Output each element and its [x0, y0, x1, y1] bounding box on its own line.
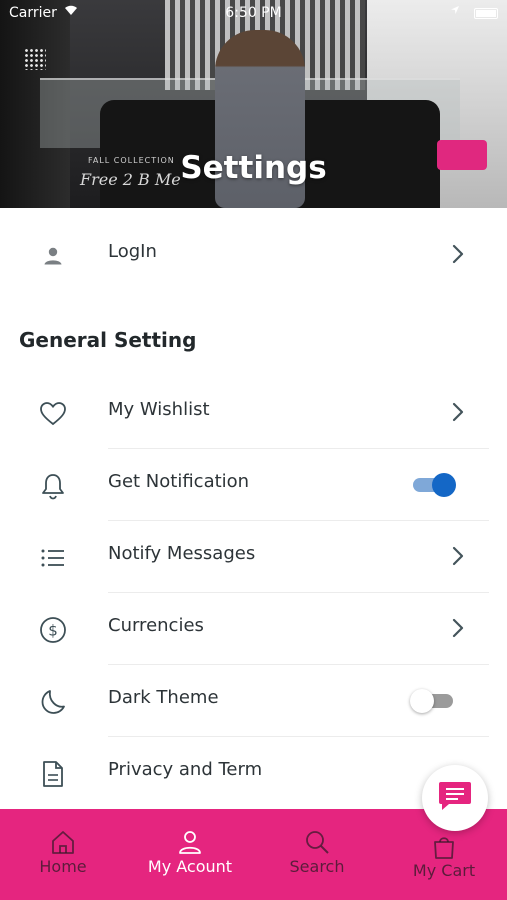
nav-label-home: Home [39, 857, 87, 876]
section-title-general: General Setting [19, 328, 197, 352]
nav-item-search[interactable]: Search [254, 809, 380, 900]
user-icon [127, 829, 253, 855]
bottom-nav: Home My Acount Search My Cart [0, 809, 507, 900]
toggle-knob [410, 689, 434, 713]
status-time: 6:50 PM [225, 5, 282, 21]
document-icon [38, 759, 68, 789]
nav-label-search: Search [289, 857, 345, 876]
messages-label: Notify Messages [108, 543, 256, 564]
location-icon [450, 5, 460, 18]
login-row[interactable]: LogIn [0, 219, 507, 291]
header-banner: FALL COLLECTION Free 2 B Me Settings [0, 0, 507, 208]
nav-item-home[interactable]: Home [0, 809, 126, 900]
chevron-right-icon [446, 543, 470, 569]
chevron-right-icon [446, 399, 470, 425]
dark-theme-toggle[interactable] [410, 689, 456, 713]
list-icon [38, 543, 68, 573]
notification-toggle[interactable] [410, 473, 456, 497]
nav-label-account: My Acount [147, 857, 233, 876]
privacy-label: Privacy and Term [108, 759, 263, 780]
status-bar: Carrier 6:50 PM [0, 0, 507, 28]
settings-item-messages[interactable]: Notify Messages [0, 521, 507, 593]
chevron-right-icon [446, 241, 470, 267]
toggle-knob [432, 473, 456, 497]
bell-icon [38, 471, 68, 501]
nav-item-account[interactable]: My Acount [127, 809, 253, 900]
currencies-label: Currencies [108, 615, 204, 636]
search-icon [254, 829, 380, 855]
dark-theme-label: Dark Theme [108, 687, 219, 708]
battery-icon [474, 8, 498, 19]
chat-button[interactable] [422, 765, 488, 831]
person-icon [38, 241, 68, 271]
settings-item-currencies[interactable]: $ Currencies [0, 593, 507, 665]
wishlist-label: My Wishlist [108, 399, 210, 420]
chat-icon [437, 779, 473, 817]
notification-label: Get Notification [108, 471, 250, 492]
dollar-icon: $ [38, 615, 68, 645]
heart-icon [38, 399, 68, 429]
settings-item-wishlist[interactable]: My Wishlist [0, 377, 507, 449]
page-title: Settings [180, 150, 327, 186]
store-logo-icon [24, 48, 46, 70]
svg-text:$: $ [48, 622, 58, 640]
moon-icon [38, 687, 68, 717]
login-label: LogIn [108, 241, 157, 262]
home-icon [0, 829, 126, 855]
settings-item-notification[interactable]: Get Notification [0, 449, 507, 521]
settings-item-dark-theme[interactable]: Dark Theme [0, 665, 507, 737]
nav-label-cart: My Cart [412, 861, 476, 880]
bag-icon [381, 835, 507, 861]
chevron-right-icon [446, 615, 470, 641]
